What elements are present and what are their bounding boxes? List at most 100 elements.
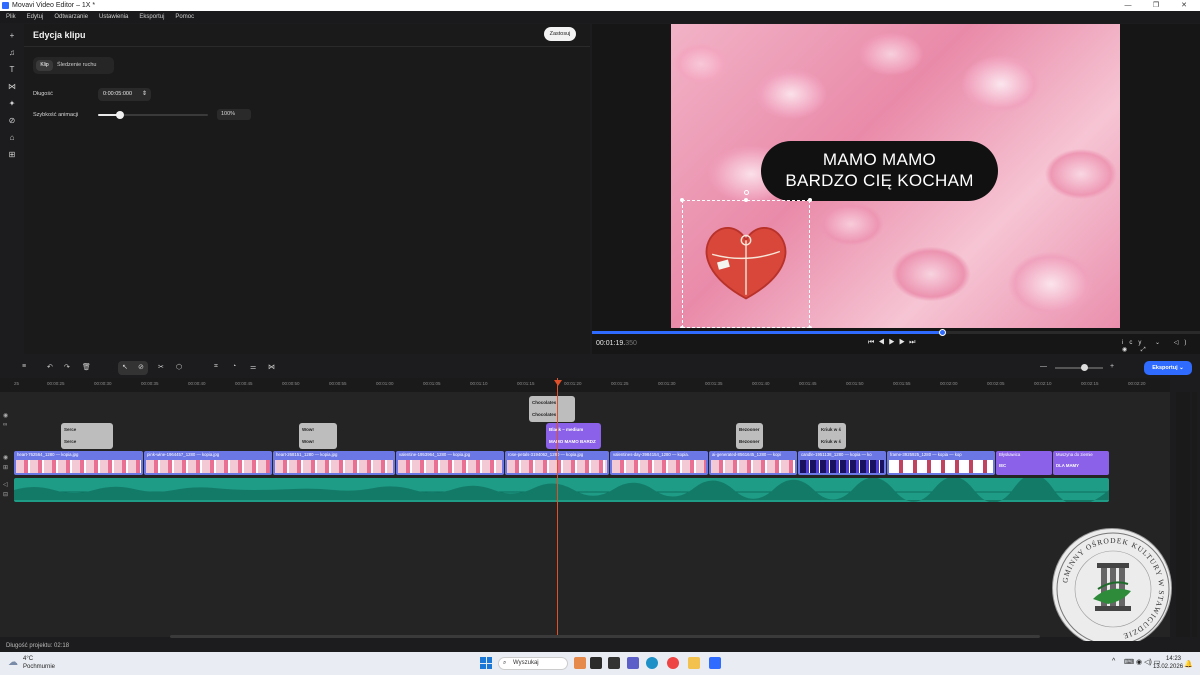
skip-end-icon[interactable]: ⏭ (909, 339, 919, 346)
resize-handle[interactable] (680, 198, 684, 202)
edge-icon[interactable] (646, 657, 658, 669)
stepper-icon[interactable]: ⇕ (142, 88, 147, 101)
movavi-icon[interactable] (709, 657, 721, 669)
tab-clip[interactable]: Klip (36, 60, 53, 71)
menu-file[interactable]: Plik (6, 14, 16, 20)
ripple-icon[interactable]: ⊘ (138, 363, 144, 371)
lock-icon[interactable]: ⊞ (3, 464, 8, 471)
duration-field[interactable]: 0:00:05:000 ⇕ (98, 88, 151, 101)
title-clip[interactable]: Black – medium MAMO MAMO BARDZ (546, 423, 601, 449)
scrubber-handle[interactable] (938, 329, 946, 336)
clock-time[interactable]: 14:23 (1166, 656, 1181, 662)
notification-icon[interactable]: 🔔 (1184, 660, 1193, 668)
video-clip[interactable]: frame-3925925_1280 — kopia — kop (887, 451, 995, 475)
teams-icon[interactable] (627, 657, 639, 669)
maximize-button[interactable]: ❐ (1142, 0, 1170, 11)
crop-icon[interactable]: ⌗ (214, 363, 218, 371)
video-clip[interactable]: pink-wine-1964457_1280 — kopia.jpg (144, 451, 272, 475)
playhead-handle[interactable] (554, 380, 562, 386)
animation-speed-slider[interactable] (98, 111, 208, 119)
menu-edit[interactable]: Edytuj (27, 14, 44, 20)
track-settings-icon[interactable]: ≡ (22, 363, 26, 370)
marker-icon[interactable]: ⬡ (176, 363, 182, 371)
tab-motion-tracking[interactable]: Śledzenie ruchu (57, 60, 96, 71)
transition-tool-icon[interactable]: ⋈ (268, 363, 275, 371)
close-button[interactable]: ✕ (1170, 0, 1198, 11)
taskbar-app-icon[interactable] (574, 657, 586, 669)
resize-handle[interactable] (808, 198, 812, 202)
heart-box-sticker[interactable] (699, 212, 793, 306)
magic-icon[interactable]: ✦ (6, 98, 18, 110)
fullscreen-icon[interactable]: ⤢ (1141, 347, 1152, 353)
video-clip[interactable]: candle-1951138_1280 — kopia — ko (798, 451, 886, 475)
resize-handle[interactable] (744, 198, 748, 202)
tray-chevron-icon[interactable]: ^ (1112, 658, 1115, 665)
video-clip[interactable]: ai-generated-8561645_1280 — kopi (709, 451, 797, 475)
music-icon[interactable]: ♫ (6, 47, 18, 59)
apply-button[interactable]: Zastosuj (544, 27, 576, 41)
task-view-icon[interactable] (590, 657, 602, 669)
more-icon[interactable]: ⊞ (6, 149, 18, 161)
title-overlay[interactable]: MAMO MAMO BARDZO CIĘ KOCHAM (761, 141, 998, 201)
visibility-icon[interactable]: ◉ (3, 412, 8, 419)
title-clip[interactable]: Bezooner Bezooner (736, 423, 763, 449)
file-explorer-icon[interactable] (688, 657, 700, 669)
filter-icon[interactable]: ⊘ (6, 115, 18, 127)
fit-dropdown[interactable]: icy ⌄ (1122, 340, 1166, 346)
video-clip[interactable]: heart-762564_1280 — kopia.jpg (14, 451, 143, 475)
adjust-icon[interactable]: ⚌ (250, 363, 256, 371)
menu-playback[interactable]: Odtwarzanie (54, 14, 88, 20)
menu-export[interactable]: Eksportuj (139, 14, 164, 20)
cut-icon[interactable]: ✂ (158, 363, 164, 371)
audio-clip[interactable] (14, 478, 1109, 502)
video-clip[interactable]: valentine-1953964_1280 — kopia.jpg (396, 451, 504, 475)
snapshot-icon[interactable]: ◉ (1122, 347, 1133, 353)
preview-scrubber[interactable] (592, 329, 1200, 336)
video-clip[interactable]: valentines-day-3984154_1280 — kopia. (610, 451, 708, 475)
menu-help[interactable]: Pomoc (175, 14, 194, 20)
resize-handle[interactable] (808, 326, 812, 328)
preview-frame[interactable]: MAMO MAMO BARDZO CIĘ KOCHAM (671, 24, 1120, 328)
resize-handle[interactable] (680, 326, 684, 328)
transitions-icon[interactable]: ⋈ (6, 81, 18, 93)
title-clip[interactable]: Kriuk w ś Kriuk w ś (818, 423, 846, 449)
select-tool-icon[interactable]: ↖ (122, 363, 128, 371)
delete-icon[interactable]: 🗑 (82, 363, 91, 371)
vertical-scrollbar[interactable] (1192, 392, 1197, 637)
play-icon[interactable]: ▶ (889, 339, 899, 346)
title-clip[interactable]: Chocolates Chocolates (529, 396, 575, 422)
slider-handle[interactable] (116, 111, 124, 119)
video-clip[interactable]: Błyskawica IEC (996, 451, 1052, 475)
zoom-slider[interactable] (1055, 364, 1103, 371)
weather-icon[interactable]: ☁ (8, 657, 18, 668)
menu-settings[interactable]: Ustawienia (99, 14, 128, 20)
zoom-out-icon[interactable]: — (1040, 363, 1047, 370)
animation-speed-value[interactable]: 100% (217, 109, 251, 120)
step-forward-icon[interactable]: ▶ (899, 339, 909, 346)
title-clip[interactable]: Wow! Wow! (299, 423, 337, 449)
taskbar-app-icon[interactable] (608, 657, 620, 669)
video-clip[interactable]: heart-268151_1280 — kopia.jpg (273, 451, 395, 475)
redo-icon[interactable]: ↷ (64, 363, 70, 371)
clock-date[interactable]: 13.02.2026 (1153, 664, 1183, 670)
chrome-icon[interactable] (667, 657, 679, 669)
link-icon[interactable]: ∞ (3, 422, 7, 428)
undo-icon[interactable]: ↶ (47, 363, 53, 371)
visibility-icon[interactable]: ◉ (3, 454, 8, 461)
skip-start-icon[interactable]: ⏮ (868, 339, 878, 346)
minimize-button[interactable]: — (1114, 0, 1142, 11)
step-back-icon[interactable]: ◀ (878, 339, 888, 346)
horizontal-scrollbar[interactable] (170, 635, 1040, 638)
timeline-ruler[interactable]: 25 00:00:25 00:00:30 00:00:35 00:00:40 00:00:… (0, 378, 1170, 392)
zoom-handle[interactable] (1081, 364, 1088, 371)
add-icon[interactable]: + (6, 30, 18, 42)
mute-icon[interactable]: ◁ (3, 481, 8, 488)
title-clip[interactable]: Serce Serce (61, 423, 113, 449)
rotate-handle[interactable] (744, 190, 749, 195)
audio-lock-icon[interactable]: ⊟ (3, 491, 8, 498)
volume-icon[interactable]: ◁) (1174, 340, 1193, 346)
sticker-icon[interactable]: ⌂ (6, 132, 18, 144)
zoom-in-icon[interactable]: + (1110, 363, 1114, 370)
export-button[interactable]: Eksportuj ⌄ (1144, 361, 1192, 375)
windows-start-icon[interactable] (480, 657, 492, 669)
